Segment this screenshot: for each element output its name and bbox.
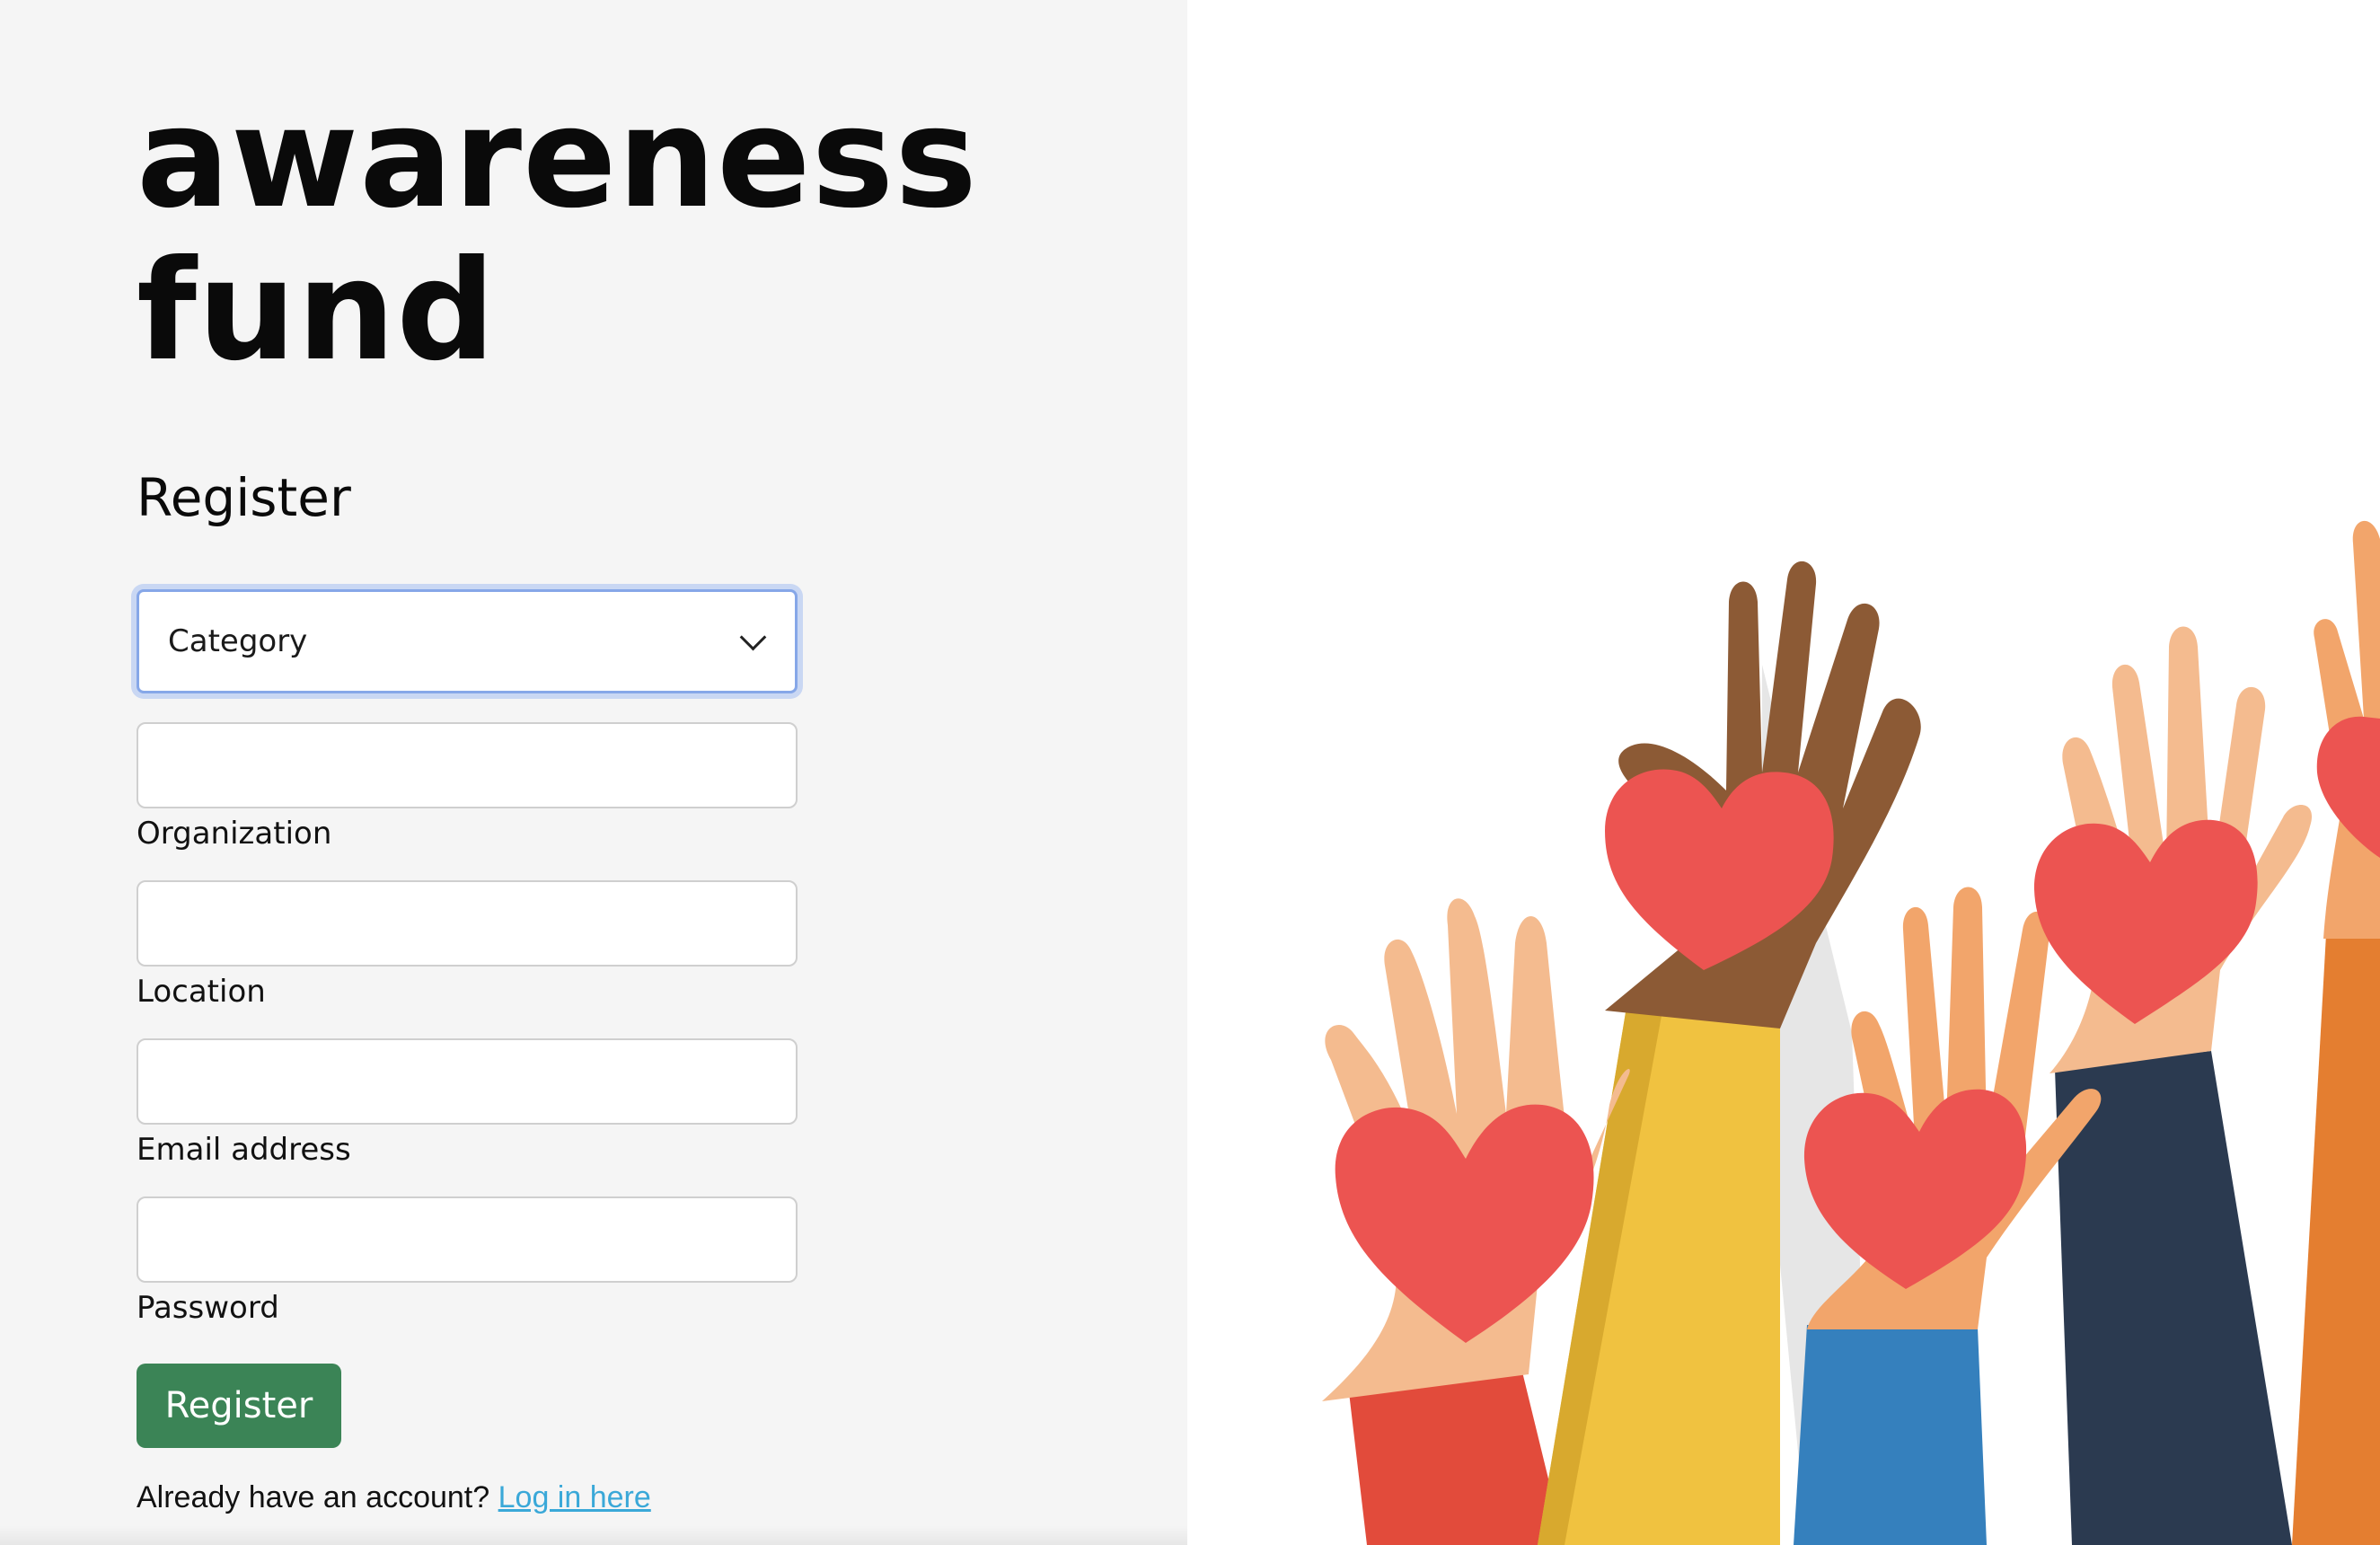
register-button[interactable]: Register [137,1364,341,1448]
chevron-down-icon [739,623,767,650]
register-page: awareness fund Register Category Organiz… [0,0,2380,1545]
email-label: Email address [137,1132,351,1168]
sleeve-orange [2292,934,2380,1545]
password-input[interactable] [137,1196,798,1283]
form-panel: awareness fund Register Category Organiz… [0,0,1187,1545]
organization-label: Organization [137,816,332,852]
brand-title-line1: awareness [137,78,978,239]
password-field-group: Password [137,1196,798,1326]
brand-title-line2: fund [137,231,497,392]
login-link[interactable]: Log in here [498,1480,651,1514]
organization-field-group: Organization [137,722,798,852]
sleeve-yellow [1538,1002,1780,1545]
location-label: Location [137,974,266,1010]
illustration-panel [1187,0,2380,1545]
sleeve-blue [1794,1325,1987,1545]
bottom-shadow [0,1525,1187,1545]
password-label: Password [137,1290,279,1326]
login-prompt: Already have an account? Log in here [137,1480,651,1515]
form-title: Register [137,467,351,528]
login-prompt-text: Already have an account? [137,1480,490,1514]
location-input[interactable] [137,880,798,967]
email-input[interactable] [137,1038,798,1125]
organization-input[interactable] [137,722,798,808]
email-field-group: Email address [137,1038,798,1168]
location-field-group: Location [137,880,798,1010]
category-select-value: Category [168,623,308,659]
sleeve-navy [2055,1051,2292,1545]
raised-hands-hearts-illustration [1322,520,2380,1545]
category-select[interactable]: Category [137,589,798,693]
brand-title: awareness fund [137,83,978,388]
